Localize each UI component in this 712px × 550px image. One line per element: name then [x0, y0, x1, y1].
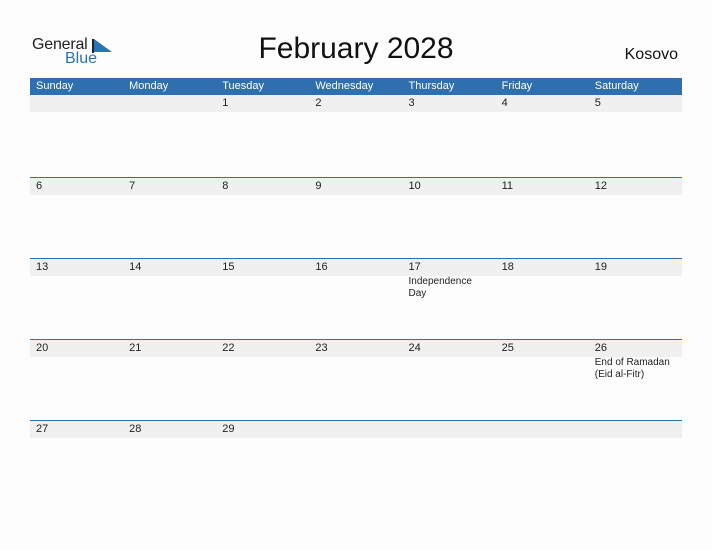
day-number: [403, 421, 496, 438]
holiday-label: [496, 357, 589, 381]
day-number: 5: [594, 97, 601, 109]
day-number: 4: [501, 97, 508, 109]
holiday-label: [30, 276, 123, 300]
day-number: 2: [315, 97, 322, 109]
day-number: 12: [594, 180, 607, 192]
day-number: 9: [315, 180, 322, 192]
day-number: 26: [594, 342, 607, 354]
holiday-label: [216, 276, 309, 300]
weekday-header: Sunday Monday Tuesday Wednesday Thursday…: [30, 78, 682, 95]
holiday-label: [403, 357, 496, 381]
day-number: 18: [501, 261, 514, 273]
day-number: 24: [408, 342, 421, 354]
day-number: 11: [501, 180, 514, 192]
day-number: 10: [408, 180, 421, 192]
day-number: 19: [594, 261, 607, 273]
day-number: [123, 95, 216, 112]
event-area: Independence Day: [30, 276, 682, 300]
country-label: Kosovo: [624, 46, 678, 63]
week-row: 1 2 3 4 5: [30, 95, 682, 177]
day-number: 27: [36, 423, 49, 435]
day-number: 20: [36, 342, 49, 354]
week-row: 20 21 22 23 24 25 26 End of Ramadan (Eid al-Fit…: [30, 339, 682, 420]
week-row: 6 7 8 9 10 11 12: [30, 177, 682, 258]
date-strip: 13 14 15 16 17 18 19: [30, 259, 682, 276]
holiday-label: [123, 276, 216, 300]
holiday-label: [30, 357, 123, 381]
weekday-thursday: Thursday: [408, 80, 455, 92]
day-number: 21: [129, 342, 142, 354]
weekday-wednesday: Wednesday: [315, 80, 374, 92]
holiday-label: [496, 276, 589, 300]
day-number: [309, 421, 402, 438]
holiday-label: Independence Day: [408, 276, 472, 299]
day-number: 6: [36, 180, 43, 192]
day-number: [496, 421, 589, 438]
weekday-saturday: Saturday: [594, 80, 639, 92]
day-number: 16: [315, 261, 328, 273]
day-number: 1: [222, 97, 229, 109]
day-number: 7: [129, 180, 136, 192]
date-strip: 1 2 3 4 5: [30, 95, 682, 112]
day-number: 29: [222, 423, 235, 435]
day-number: 25: [501, 342, 514, 354]
day-number: 17: [408, 261, 421, 273]
event-area: End of Ramadan (Eid al-Fitr): [30, 357, 682, 381]
day-number: [589, 421, 682, 438]
day-number: 23: [315, 342, 328, 354]
holiday-label: [216, 357, 309, 381]
date-strip: 20 21 22 23 24 25 26: [30, 340, 682, 357]
weekday-sunday: Sunday: [36, 80, 74, 92]
day-number: 28: [129, 423, 142, 435]
week-row: 13 14 15 16 17 18 19 Independence Day: [30, 258, 682, 339]
holiday-label: [589, 276, 682, 300]
weekday-monday: Monday: [129, 80, 169, 92]
weekday-friday: Friday: [501, 80, 533, 92]
holiday-label: [123, 357, 216, 381]
weekday-tuesday: Tuesday: [222, 80, 265, 92]
date-strip: 6 7 8 9 10 11 12: [30, 178, 682, 195]
day-number: 14: [129, 261, 142, 273]
day-number: 22: [222, 342, 235, 354]
day-number: 8: [222, 180, 229, 192]
day-number: 15: [222, 261, 235, 273]
day-number: [30, 95, 123, 112]
holiday-label: End of Ramadan (Eid al-Fitr): [594, 357, 670, 380]
page-title: February 2028: [258, 32, 454, 65]
date-strip: 27 28 29: [30, 421, 682, 438]
holiday-label: [309, 357, 402, 381]
calendar-grid: Sunday Monday Tuesday Wednesday Thursday…: [30, 78, 682, 438]
week-row: 27 28 29: [30, 420, 682, 438]
day-number: 13: [36, 261, 49, 273]
holiday-label: [309, 276, 402, 300]
day-number: 3: [408, 97, 415, 109]
weeks-container: 1 2 3 4 5 6 7 8 9 10 11 12 13 14 15 16 17 18 19 Independenc…: [30, 95, 682, 438]
